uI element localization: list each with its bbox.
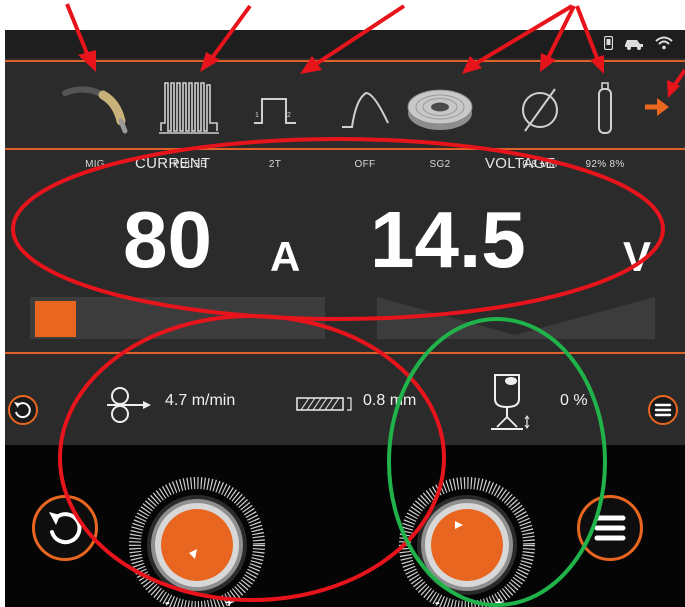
wire-speed-value[interactable]: 4.7 m/min [165,392,235,410]
current-readout: CURRENT [135,155,210,172]
material-thickness-icon [295,395,357,418]
divider [5,148,685,150]
wire-material-label: SG2 [429,159,451,170]
wire-feed-icon [105,385,153,430]
vehicle-icon [623,36,645,55]
current-label: CURRENT [135,155,211,172]
voltage-bar-track [377,297,655,339]
inductance-torch-icon [483,371,533,440]
menu-small-button[interactable] [648,395,678,425]
trigger-mode-label: 2T [268,159,282,170]
phone-icon [603,35,614,55]
output-bars [5,295,685,341]
wire-speed-knob[interactable]: - + [127,475,267,607]
svg-text:+: + [495,594,503,607]
trigger-2t-icon: 1 2 [254,98,296,124]
inductance-value[interactable]: 0 % [560,392,588,410]
divider [5,352,685,354]
reset-button[interactable] [32,495,98,561]
reset-small-button[interactable] [8,395,38,425]
trigger-mode-button[interactable]: 1 2 2T [230,63,320,173]
svg-text:2: 2 [287,112,291,119]
process-mig-label: MIG [85,159,105,170]
welder-display: MIG PULSE 1 2 2T OFF SG2 0.8 MM 92% 8% C… [5,30,685,607]
pulse-icon [159,82,219,134]
menu-icon [654,403,672,417]
settings-row: 4.7 m/min 0.8 mm 0 % [5,365,685,445]
voltage-label: VOLTAGE [485,155,556,172]
wire-material-button[interactable]: SG2 [395,63,485,173]
current-unit: A [270,233,301,280]
current-bar-fill [35,301,76,337]
wifi-icon [655,36,673,55]
crater-fill-icon [342,91,389,128]
undo-icon [14,402,31,419]
inductance-knob[interactable]: - + [397,475,537,607]
svg-text:1: 1 [255,112,259,119]
svg-text:-: - [165,594,170,607]
divider [5,60,685,62]
arrow-right-icon [645,98,669,116]
process-mig-button[interactable]: MIG [50,63,140,173]
status-bar [5,30,685,58]
menu-icon [594,515,626,541]
voltage-readout: VOLTAGE [485,155,556,172]
process-icon-row: MIG PULSE 1 2 2T OFF SG2 0.8 MM 92% 8% [5,63,685,173]
control-panel: - + - + [5,445,685,607]
undo-icon [49,512,82,545]
mig-torch-icon [62,86,128,134]
voltage-value: 14.5 [370,195,526,284]
svg-text:+: + [225,594,233,607]
current-value: 80 [123,195,212,284]
next-page-button[interactable] [633,63,683,173]
wire-spool-icon [407,89,473,130]
material-thickness-value[interactable]: 0.8 mm [363,392,416,410]
voltage-unit: V [623,233,652,280]
svg-text:-: - [435,594,440,607]
gas-cylinder-icon [598,82,612,134]
menu-button[interactable] [577,495,643,561]
